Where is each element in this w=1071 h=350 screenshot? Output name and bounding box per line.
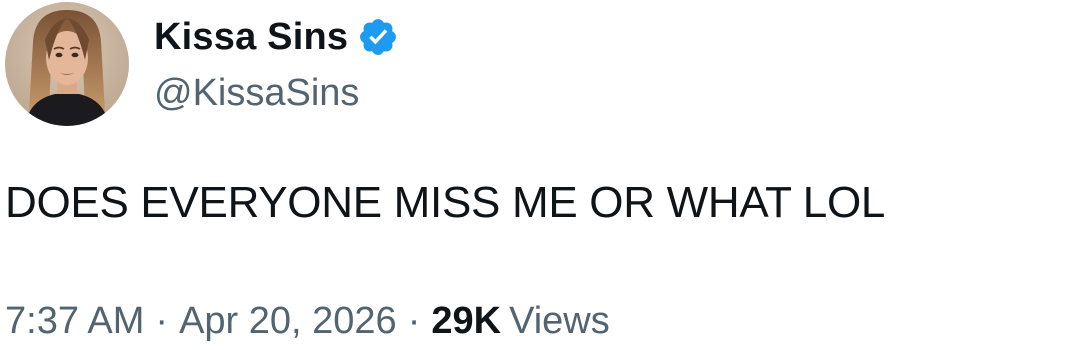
meta-separator: ·	[155, 300, 169, 342]
name-row: Kissa Sins	[154, 10, 399, 64]
avatar-image	[5, 2, 129, 126]
tweet-time[interactable]: 7:37 AM	[5, 300, 144, 343]
tweet-card: Kissa Sins @KissaSins DOES EVERYONE MISS…	[0, 0, 1071, 350]
views-label: Views	[509, 300, 610, 342]
tweet-meta: 7:37 AM · Apr 20, 2026 · 29K Views	[5, 300, 610, 343]
author-handle[interactable]: @KissaSins	[154, 72, 399, 115]
views-count: 29K	[431, 300, 502, 342]
tweet-date[interactable]: Apr 20, 2026	[179, 300, 397, 343]
verified-badge-icon[interactable]	[357, 16, 399, 58]
display-name[interactable]: Kissa Sins	[154, 16, 348, 59]
tweet-text: DOES EVERYONE MISS ME OR WHAT LOL	[5, 178, 886, 227]
tweet-header: Kissa Sins @KissaSins	[5, 2, 399, 126]
author-identity: Kissa Sins @KissaSins	[154, 2, 399, 115]
meta-separator: ·	[407, 300, 421, 342]
avatar[interactable]	[5, 2, 129, 126]
